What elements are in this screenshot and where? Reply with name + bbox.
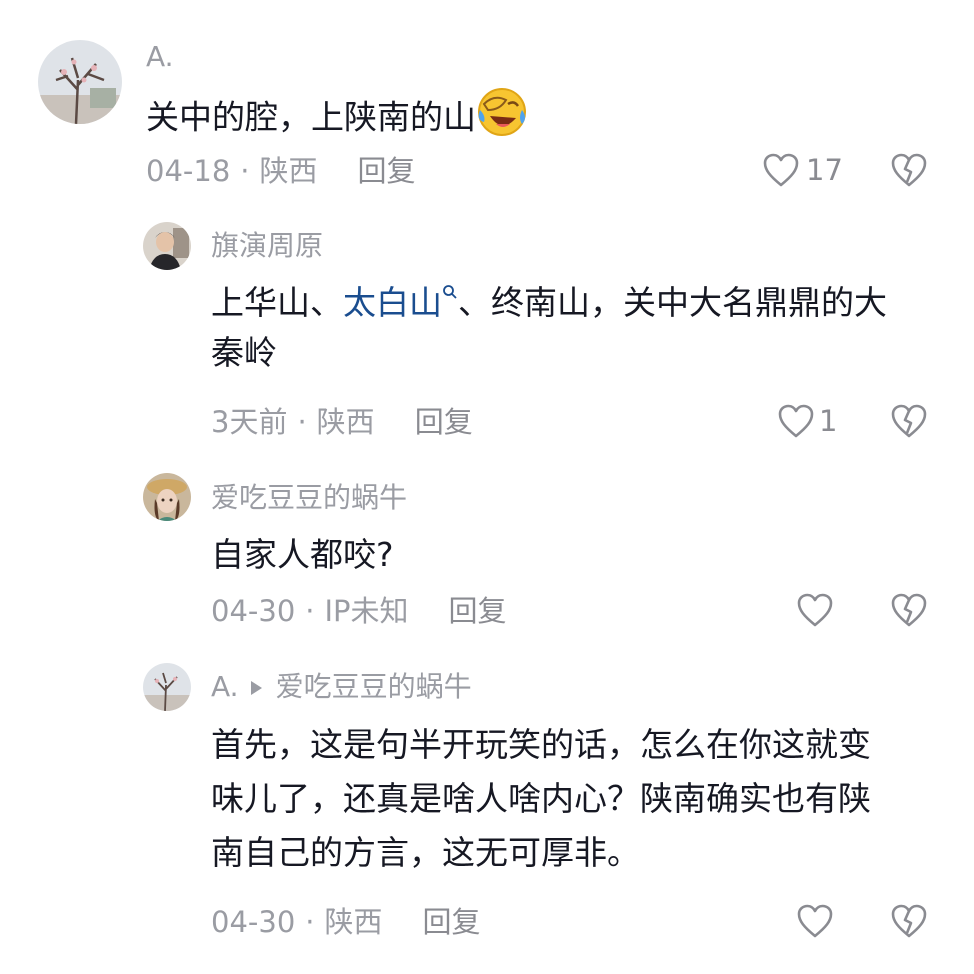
heart-icon bbox=[797, 904, 833, 938]
username[interactable]: A. 爱吃豆豆的蜗牛 bbox=[211, 670, 472, 704]
search-icon bbox=[443, 285, 457, 299]
separator-dot: · bbox=[305, 594, 315, 628]
reply-button[interactable]: 回复 bbox=[358, 153, 416, 189]
comment-date: 04-30 bbox=[211, 594, 296, 628]
like-button[interactable]: 1 bbox=[777, 403, 837, 439]
avatar[interactable] bbox=[143, 663, 191, 711]
face-laughing-tears-icon bbox=[476, 86, 528, 152]
comment-text: 自家人都咬? bbox=[211, 535, 394, 574]
heart-icon bbox=[778, 404, 814, 438]
like-button[interactable]: 17 bbox=[762, 152, 843, 188]
heart-icon bbox=[797, 593, 833, 627]
username[interactable]: 旗演周原 bbox=[211, 229, 323, 263]
avatar[interactable] bbox=[143, 473, 191, 521]
dislike-button[interactable] bbox=[890, 592, 928, 632]
comment-location: 陕西 bbox=[259, 154, 318, 188]
like-button[interactable] bbox=[796, 903, 834, 939]
reply-button[interactable]: 回复 bbox=[423, 904, 481, 940]
separator-dot: · bbox=[240, 154, 250, 188]
separator-dot: · bbox=[305, 905, 315, 939]
avatar[interactable] bbox=[143, 222, 191, 270]
dislike-button[interactable] bbox=[890, 903, 928, 943]
like-count: 1 bbox=[819, 404, 838, 438]
reply-target-user[interactable]: 爱吃豆豆的蜗牛 bbox=[276, 670, 472, 703]
reply-button[interactable]: 回复 bbox=[415, 404, 473, 440]
username[interactable]: 爱吃豆豆的蜗牛 bbox=[211, 481, 407, 515]
like-button[interactable] bbox=[796, 592, 834, 628]
comment-text: 上华山、太白山 、终南山，关中大名鼎鼎的大 秦岭 bbox=[211, 283, 887, 372]
comment-meta: 04-18 · 陕西 回复 bbox=[146, 153, 416, 189]
search-link[interactable]: 太白山 bbox=[343, 283, 458, 322]
comment-date: 04-18 bbox=[146, 154, 231, 188]
reply-arrow-icon bbox=[250, 681, 262, 695]
username[interactable]: A. bbox=[146, 40, 174, 74]
broken-heart-icon bbox=[891, 904, 927, 938]
heart-icon bbox=[763, 153, 799, 187]
comment-location: 陕西 bbox=[324, 905, 383, 939]
comment-text: 关中的腔，上陕南的山 bbox=[146, 86, 528, 152]
broken-heart-icon bbox=[891, 153, 927, 187]
avatar[interactable] bbox=[38, 40, 122, 124]
comment-location: IP未知 bbox=[324, 594, 409, 628]
comment-meta: 04-30 · IP未知 回复 bbox=[211, 593, 507, 629]
comment-text: 首先，这是句半开玩笑的话，怎么在你这就变 味儿了，还真是啥人啥内心？陕南确实也有… bbox=[211, 725, 871, 872]
like-count: 17 bbox=[806, 153, 843, 187]
comment-meta: 3天前 · 陕西 回复 bbox=[211, 404, 473, 440]
broken-heart-icon bbox=[891, 404, 927, 438]
comment-date: 04-30 bbox=[211, 905, 296, 939]
comment-meta: 04-30 · 陕西 回复 bbox=[211, 904, 481, 940]
broken-heart-icon bbox=[891, 593, 927, 627]
comment-location: 陕西 bbox=[316, 405, 375, 439]
reply-button[interactable]: 回复 bbox=[449, 593, 507, 629]
comment-date: 3天前 bbox=[211, 405, 288, 439]
dislike-button[interactable] bbox=[890, 152, 928, 192]
dislike-button[interactable] bbox=[890, 403, 928, 443]
separator-dot: · bbox=[297, 405, 307, 439]
reply-author[interactable]: A. bbox=[211, 670, 239, 703]
